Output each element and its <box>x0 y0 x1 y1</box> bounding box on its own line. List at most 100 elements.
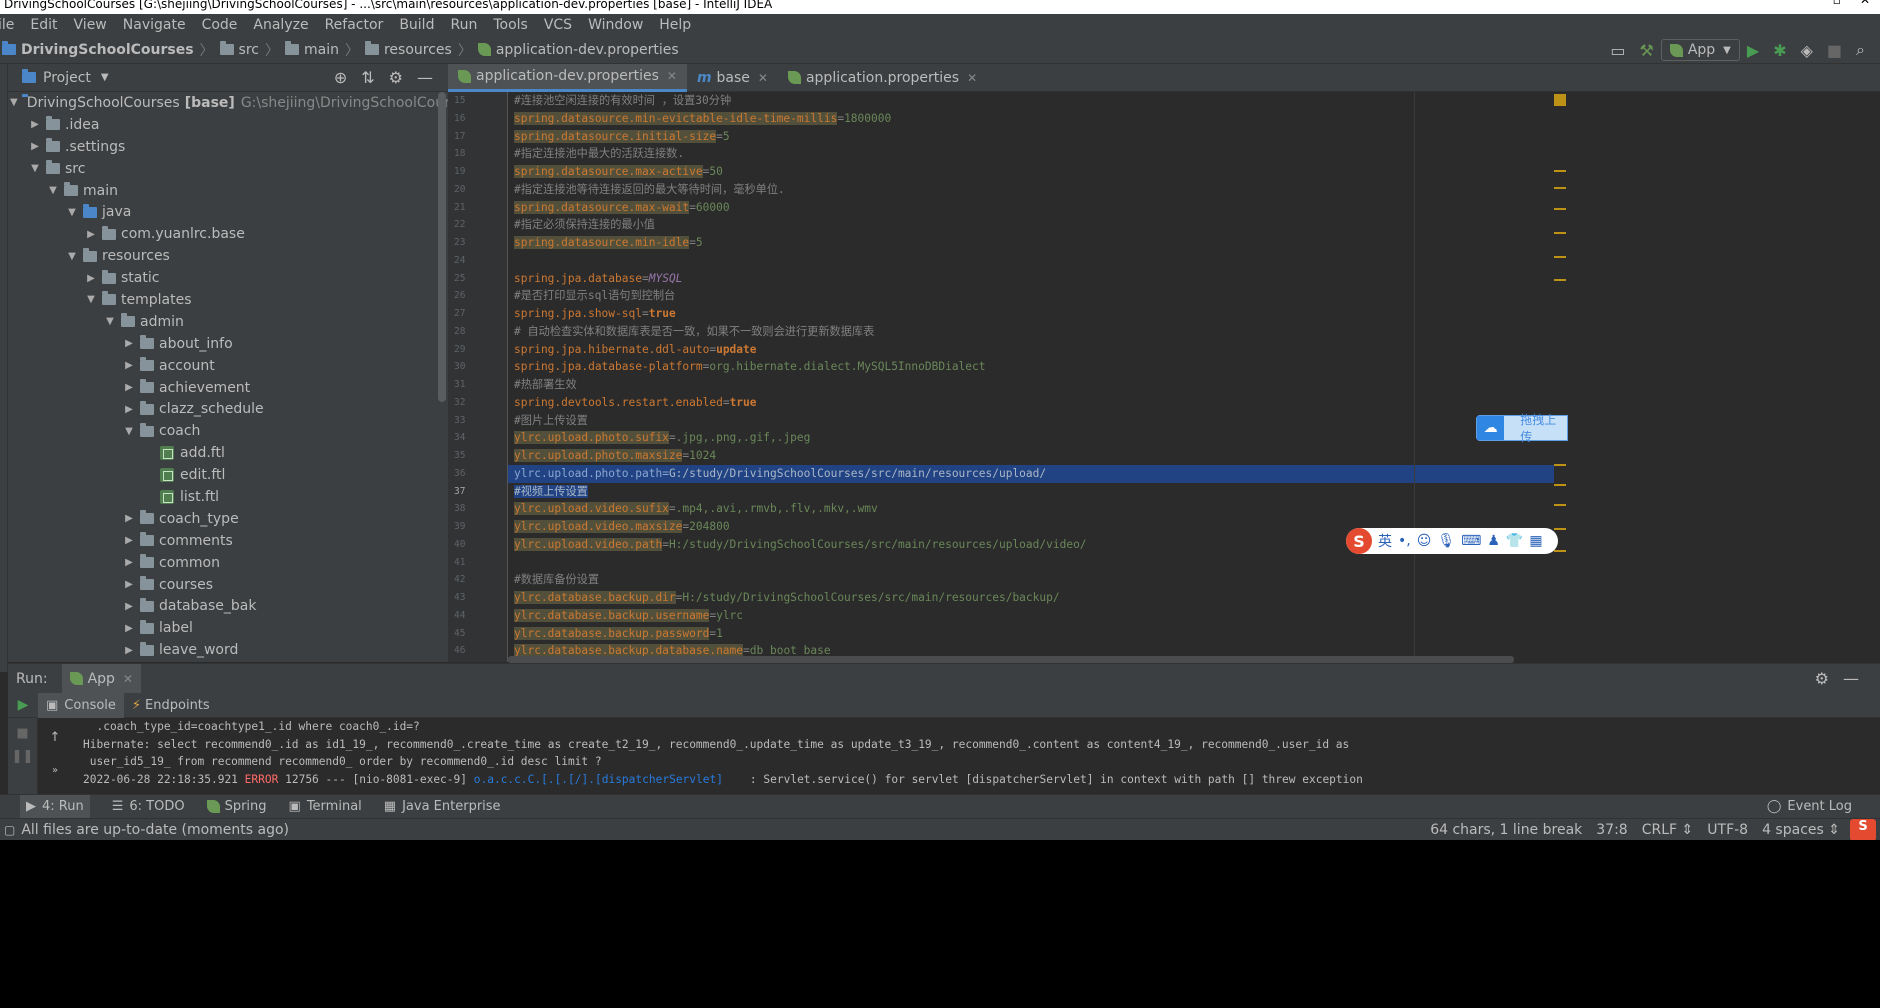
tree-item-settings[interactable]: ▶ .settings <box>8 136 448 158</box>
code-editor[interactable]: #连接池空闲连接的有效时间 ，设置30分钟 spring.datasource.m… <box>508 92 1554 662</box>
menu-edit[interactable]: Edit <box>22 14 65 36</box>
warning-marker[interactable] <box>1554 464 1566 466</box>
warning-marker[interactable] <box>1554 504 1566 506</box>
code-line[interactable]: spring.jpa.show-sql=true <box>508 305 1554 323</box>
close-icon[interactable]: ✕ <box>123 672 133 686</box>
warning-marker[interactable] <box>1554 232 1566 234</box>
breadcrumb-src[interactable]: src 〉 <box>219 40 279 60</box>
code-line[interactable]: ylrc.database.backup.password=1 <box>508 625 1554 643</box>
toolwin-todo[interactable]: ☰ 6: TODO <box>112 799 185 814</box>
menu-vcs[interactable]: VCS <box>536 14 580 36</box>
error-stripe[interactable] <box>1554 92 1568 662</box>
tree-item-src[interactable]: ▼ src <box>8 158 448 180</box>
line-separator[interactable]: CRLF ⇕ <box>1642 822 1694 838</box>
menu-refactor[interactable]: Refactor <box>317 14 392 36</box>
code-line[interactable]: spring.jpa.hibernate.ddl-auto=update <box>508 341 1554 359</box>
code-line[interactable]: #连接池空闲连接的有效时间 ，设置30分钟 <box>508 92 1554 110</box>
microphone-icon[interactable]: 🎙 <box>1437 533 1455 549</box>
inspection-status-icon[interactable] <box>1554 94 1566 106</box>
code-line[interactable] <box>508 252 1554 270</box>
menu-view[interactable]: View <box>66 14 115 36</box>
tree-item-list-ftl[interactable]: list.ftl <box>8 486 448 508</box>
close-icon[interactable]: ✕ <box>967 71 977 85</box>
breadcrumb-resources[interactable]: resources 〉 <box>364 40 472 60</box>
pause-icon[interactable]: ❚❚ <box>8 749 37 764</box>
caret-position[interactable]: 37:8 <box>1596 822 1627 838</box>
breadcrumb-project[interactable]: DrivingSchoolCourses 〉 <box>2 40 214 60</box>
tree-item-label[interactable]: ▶ label <box>8 617 448 639</box>
skin-icon[interactable]: 👕 <box>1506 533 1523 549</box>
code-line[interactable]: ylrc.database.backup.username=ylrc <box>508 607 1554 625</box>
code-line[interactable]: #是否打印显示sql语句到控制台 <box>508 287 1554 305</box>
warning-marker[interactable] <box>1554 170 1566 172</box>
keyboard-icon[interactable]: ⌨ <box>1461 533 1481 549</box>
more-icon[interactable]: » <box>38 765 72 776</box>
minimize-icon[interactable]: — <box>417 68 433 87</box>
code-line[interactable]: #视频上传设置 <box>508 483 1554 501</box>
tree-item-edit-ftl[interactable]: edit.ftl <box>8 464 448 486</box>
tree-item-resources[interactable]: ▼ resources <box>8 245 448 267</box>
grid-icon[interactable]: ▦ <box>1529 533 1542 549</box>
tree-item-leave-word[interactable]: ▶ leave_word <box>8 639 448 661</box>
tab-console[interactable]: ▣ Console <box>38 692 124 718</box>
code-line[interactable]: #指定连接池等待连接返回的最大等待时间，毫秒单位. <box>508 181 1554 199</box>
code-line[interactable]: ylrc.upload.video.sufix=.mp4,.avi,.rmvb,… <box>508 500 1554 518</box>
status-toggle-icon[interactable]: ▢ <box>4 823 15 837</box>
minimize-icon[interactable]: — <box>1843 669 1859 688</box>
code-line[interactable]: #图片上传设置 <box>508 412 1554 430</box>
breadcrumb-file[interactable]: application-dev.properties <box>477 42 679 58</box>
warning-marker[interactable] <box>1554 484 1566 486</box>
tab-endpoints[interactable]: ⚡ Endpoints <box>124 693 218 718</box>
console-output[interactable]: .coach_type_id=coachtype1_.id where coac… <box>72 718 1880 794</box>
sogou-tray-icon[interactable]: S <box>1850 819 1876 841</box>
project-tree-scrollbar[interactable] <box>438 92 446 402</box>
toolwin-terminal[interactable]: ▣ Terminal <box>289 799 362 814</box>
project-panel-title[interactable]: Project <box>43 70 91 86</box>
tree-item-package[interactable]: ▶ com.yuanlrc.base <box>8 223 448 245</box>
project-structure-icon[interactable]: ▭ <box>1610 41 1625 60</box>
log-logger-link[interactable]: o.a.c.c.C.[.[.[/].[dispatcherServlet] <box>474 773 723 786</box>
menu-run[interactable]: Run <box>442 14 485 36</box>
tree-item-common[interactable]: ▶ common <box>8 552 448 574</box>
tree-item-add-ftl[interactable]: add.ftl <box>8 442 448 464</box>
code-line[interactable]: spring.jpa.database=MYSQL <box>508 270 1554 288</box>
code-line[interactable]: #指定连接池中最大的活跃连接数. <box>508 145 1554 163</box>
tree-item-about-info[interactable]: ▶ about_info <box>8 333 448 355</box>
editor-horizontal-scrollbar[interactable] <box>508 656 1514 663</box>
code-line[interactable]: # 自动检查实体和数据库表是否一致，如果不一致则会进行更新数据库表 <box>508 323 1554 341</box>
coverage-icon[interactable]: ◈ <box>1801 41 1813 60</box>
debug-icon[interactable]: ✱ <box>1773 41 1786 60</box>
warning-marker[interactable] <box>1554 256 1566 258</box>
code-line[interactable] <box>508 554 1554 572</box>
editor-gutter[interactable]: 15 16 17 18 19 20 21 22 23 24 25 26 27 28 29 30 31 32 33 34… <box>448 92 508 662</box>
tab-base[interactable]: m base ✕ <box>687 64 778 92</box>
file-encoding[interactable]: UTF-8 <box>1707 822 1748 838</box>
code-line[interactable]: ylrc.upload.photo.path=G:/study/DrivingS… <box>508 464 1554 483</box>
menu-window[interactable]: Window <box>580 14 651 36</box>
tree-item-main[interactable]: ▼ main <box>8 180 448 202</box>
warning-marker[interactable] <box>1554 528 1566 530</box>
code-line[interactable]: ylrc.upload.photo.maxsize=1024 <box>508 447 1554 465</box>
code-line[interactable]: spring.datasource.min-evictable-idle-tim… <box>508 110 1554 128</box>
run-config-tab[interactable]: App ✕ <box>61 663 141 694</box>
code-line[interactable]: spring.datasource.max-wait=60000 <box>508 199 1554 217</box>
code-line[interactable]: spring.devtools.restart.enabled=true <box>508 394 1554 412</box>
breadcrumb-main[interactable]: main 〉 <box>285 40 359 60</box>
warning-marker[interactable] <box>1554 208 1566 210</box>
tree-item-courses[interactable]: ▶ courses <box>8 574 448 596</box>
warning-marker[interactable] <box>1554 279 1566 281</box>
build-hammer-icon[interactable]: ⚒ <box>1639 41 1653 60</box>
menu-file[interactable]: ile <box>0 14 22 36</box>
tree-item-admin[interactable]: ▼ admin <box>8 311 448 333</box>
user-icon[interactable]: ♟ <box>1487 533 1500 549</box>
menu-navigate[interactable]: Navigate <box>115 14 194 36</box>
chevron-down-icon[interactable]: ▼ <box>101 72 109 83</box>
code-line[interactable]: #数据库备份设置 <box>508 571 1554 589</box>
stop-icon[interactable]: ■ <box>8 726 37 741</box>
close-icon[interactable]: ✕ <box>667 69 677 83</box>
menu-analyze[interactable]: Analyze <box>245 14 316 36</box>
tree-item-account[interactable]: ▶ account <box>8 355 448 377</box>
search-icon[interactable]: ⌕ <box>1856 40 1865 60</box>
tree-item-coach-type[interactable]: ▶ coach_type <box>8 508 448 530</box>
tree-item-coach[interactable]: ▼ coach <box>8 420 448 442</box>
